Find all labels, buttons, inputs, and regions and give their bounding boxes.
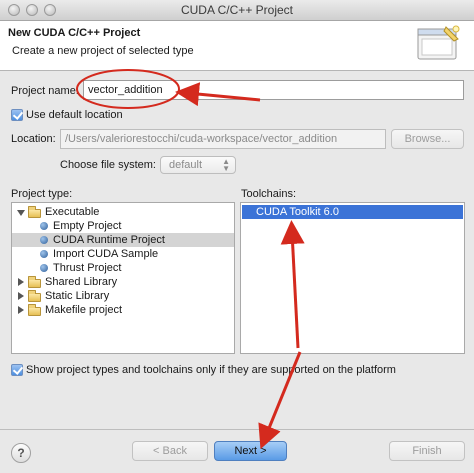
- wizard-header: New CUDA C/C++ Project Create a new proj…: [0, 21, 474, 71]
- disclosure-open-icon[interactable]: [17, 210, 25, 216]
- tree-item-label: Makefile project: [45, 304, 123, 316]
- file-system-label: Choose file system:: [60, 159, 156, 171]
- zoom-window-button[interactable]: [44, 4, 56, 16]
- browse-button[interactable]: Browse...: [391, 129, 464, 149]
- project-bullet-icon: [40, 236, 48, 244]
- page-subtitle: Create a new project of selected type: [12, 45, 194, 57]
- tree-item-label: Thrust Project: [53, 262, 122, 274]
- project-name-input[interactable]: vector_addition: [83, 80, 464, 100]
- tree-item-label: Shared Library: [45, 276, 118, 288]
- tree-item-cuda-runtime-project[interactable]: CUDA Runtime Project: [12, 233, 234, 247]
- disclosure-closed-icon[interactable]: [18, 306, 24, 314]
- supported-only-label: Show project types and toolchains only i…: [26, 364, 396, 376]
- help-icon[interactable]: ?: [11, 443, 31, 463]
- folder-icon: [28, 304, 41, 316]
- next-button[interactable]: Next >: [214, 441, 287, 461]
- tree-item-shared-library[interactable]: Shared Library: [12, 275, 234, 289]
- folder-icon: [28, 290, 41, 302]
- tree-item-label: Static Library: [45, 290, 110, 302]
- project-type-tree[interactable]: Executable Empty Project CUDA Runtime Pr…: [11, 202, 235, 354]
- window-title: CUDA C/C++ Project: [180, 3, 294, 17]
- use-default-location-label: Use default location: [26, 109, 123, 121]
- tree-item-label: CUDA Runtime Project: [53, 234, 165, 246]
- wizard-banner-icon: [417, 25, 460, 60]
- file-system-value: default: [169, 159, 203, 171]
- location-input[interactable]: /Users/valeriorestocchi/cuda-workspace/v…: [60, 129, 386, 149]
- project-type-label: Project type:: [11, 188, 73, 200]
- project-bullet-icon: [40, 250, 48, 258]
- select-arrows-icon: ▲ ▼: [222, 157, 230, 173]
- finish-button[interactable]: Finish: [389, 441, 465, 461]
- project-bullet-icon: [40, 264, 48, 272]
- tree-item-thrust-project[interactable]: Thrust Project: [12, 261, 234, 275]
- back-button[interactable]: < Back: [132, 441, 208, 461]
- page-title: New CUDA C/C++ Project: [8, 27, 141, 39]
- disclosure-closed-icon[interactable]: [18, 278, 24, 286]
- location-label: Location:: [11, 133, 56, 145]
- project-name-label: Project name:: [11, 85, 79, 97]
- tree-item-label: Empty Project: [53, 220, 122, 232]
- folder-icon: [28, 276, 41, 288]
- project-bullet-icon: [40, 222, 48, 230]
- tree-item-executable[interactable]: Executable: [12, 205, 234, 219]
- tree-item-label: Import CUDA Sample: [53, 248, 159, 260]
- minimize-window-button[interactable]: [26, 4, 38, 16]
- toolchain-item-cuda-toolkit[interactable]: CUDA Toolkit 6.0: [242, 205, 463, 219]
- disclosure-closed-icon[interactable]: [18, 292, 24, 300]
- toolchains-label: Toolchains:: [241, 188, 297, 200]
- supported-only-checkbox[interactable]: [11, 364, 23, 376]
- use-default-location-checkbox[interactable]: [11, 109, 23, 121]
- tree-item-static-library[interactable]: Static Library: [12, 289, 234, 303]
- tree-item-makefile-project[interactable]: Makefile project: [12, 303, 234, 317]
- footer-separator: [0, 429, 474, 430]
- tree-item-empty-project[interactable]: Empty Project: [12, 219, 234, 233]
- tree-item-import-cuda-sample[interactable]: Import CUDA Sample: [12, 247, 234, 261]
- file-system-select[interactable]: default ▲ ▼: [160, 156, 236, 174]
- window-titlebar: CUDA C/C++ Project: [0, 0, 474, 21]
- tree-item-label: Executable: [45, 206, 100, 218]
- toolchains-list[interactable]: CUDA Toolkit 6.0: [240, 202, 465, 354]
- folder-icon: [28, 206, 41, 218]
- close-window-button[interactable]: [8, 4, 20, 16]
